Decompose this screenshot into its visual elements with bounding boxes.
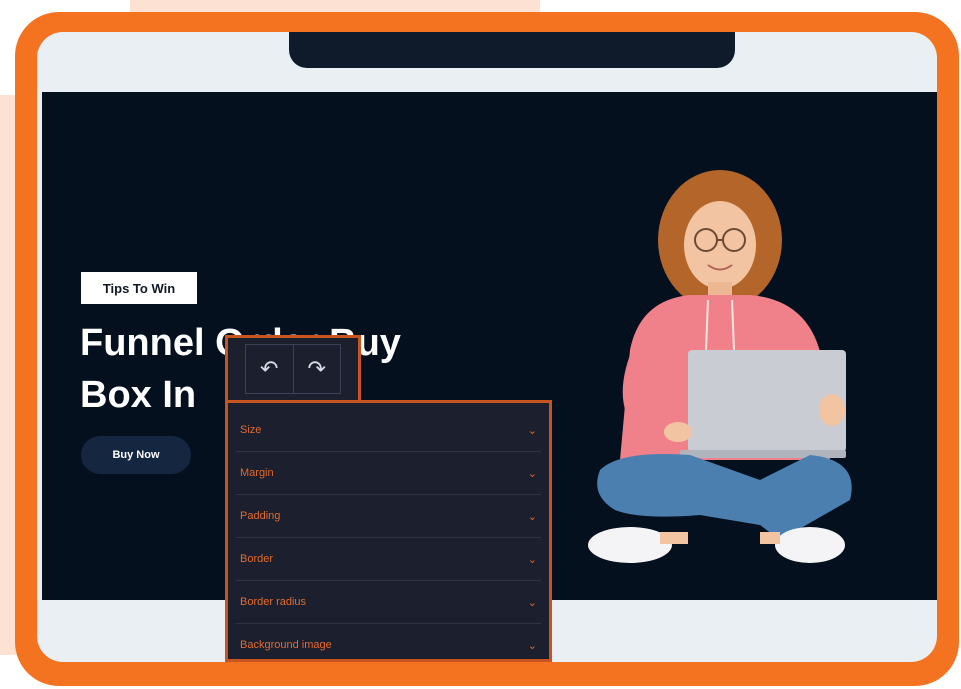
undo-icon[interactable]: ↶ xyxy=(246,345,293,393)
panel-row-label: Border radius xyxy=(240,596,307,608)
style-settings-panel: Size ⌄ Margin ⌄ Padding ⌄ Border ⌄ Borde… xyxy=(225,400,552,662)
device-notch xyxy=(289,32,735,68)
chevron-down-icon: ⌄ xyxy=(527,424,537,437)
undo-redo-group: ↶ ↷ xyxy=(245,344,341,394)
woman-with-laptop-illustration xyxy=(588,170,852,563)
chevron-down-icon: ⌄ xyxy=(527,639,537,652)
panel-row-border[interactable]: Border ⌄ xyxy=(236,538,541,581)
buy-now-button[interactable]: Buy Now xyxy=(81,436,191,474)
panel-row-label: Margin xyxy=(240,467,274,479)
panel-row-border-radius[interactable]: Border radius ⌄ xyxy=(236,581,541,624)
device-screen: Tips To Win Funnel Order Buy Box In Buy … xyxy=(37,32,937,662)
chevron-down-icon: ⌄ xyxy=(527,467,537,480)
panel-row-margin[interactable]: Margin ⌄ xyxy=(236,452,541,495)
panel-row-label: Padding xyxy=(240,510,281,522)
device-frame: Tips To Win Funnel Order Buy Box In Buy … xyxy=(15,12,959,686)
panel-row-background-image[interactable]: Background image ⌄ xyxy=(236,624,541,662)
panel-row-padding[interactable]: Padding ⌄ xyxy=(236,495,541,538)
panel-row-label: Background image xyxy=(240,639,332,651)
editor-toolbar: ↶ ↷ xyxy=(225,335,361,403)
redo-icon[interactable]: ↷ xyxy=(292,345,341,393)
panel-row-label: Size xyxy=(240,424,262,436)
hero-tag: Tips To Win xyxy=(81,272,197,304)
panel-row-size[interactable]: Size ⌄ xyxy=(236,409,541,452)
chevron-down-icon: ⌄ xyxy=(527,596,537,609)
chevron-down-icon: ⌄ xyxy=(527,553,537,566)
chevron-down-icon: ⌄ xyxy=(527,510,537,523)
panel-row-label: Border xyxy=(240,553,274,565)
